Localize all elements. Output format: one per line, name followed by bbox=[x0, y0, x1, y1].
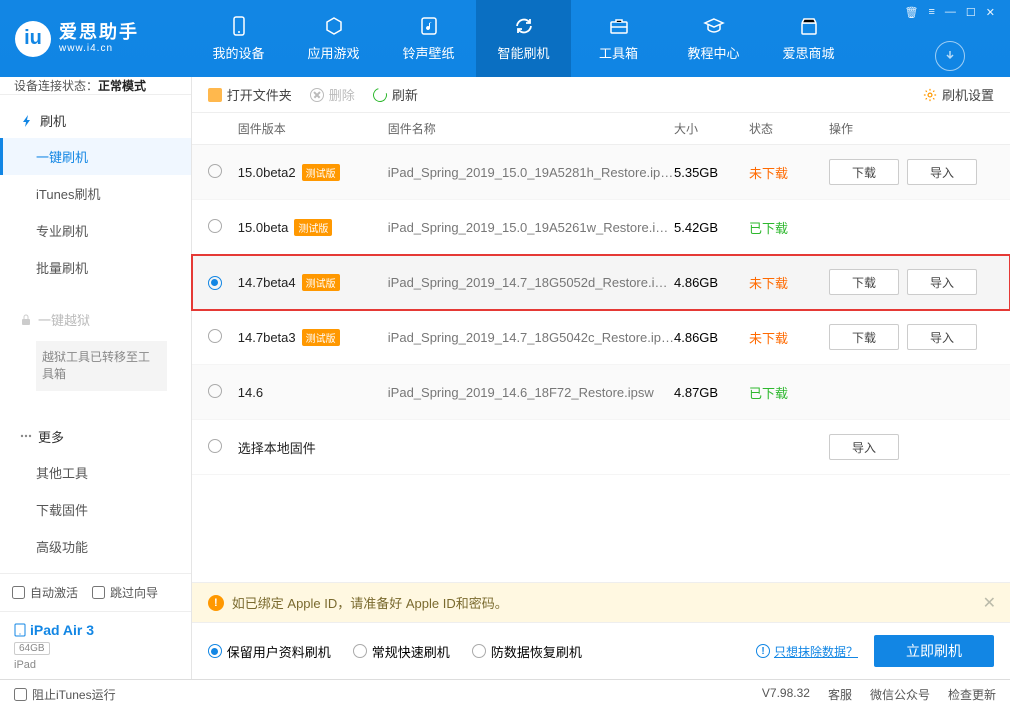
download-button[interactable]: 下载 bbox=[829, 159, 899, 185]
table-header: 固件版本 固件名称 大小 状态 操作 bbox=[192, 113, 1010, 145]
flash-mode-option-0[interactable]: 保留用户资料刷机 bbox=[208, 642, 331, 661]
device-card[interactable]: iPad Air 3 64GB iPad bbox=[0, 611, 191, 681]
download-button[interactable]: 下载 bbox=[829, 324, 899, 350]
maximize-icon[interactable]: ☐ bbox=[966, 6, 976, 19]
firmware-row[interactable]: 选择本地固件导入 bbox=[192, 420, 1010, 475]
sidebar-item-more-1[interactable]: 下载固件 bbox=[0, 491, 191, 528]
notice-close-icon[interactable]: ✕ bbox=[983, 593, 996, 613]
sidebar-item-flash-0[interactable]: 一键刷机 bbox=[0, 138, 191, 175]
row-radio[interactable] bbox=[208, 164, 222, 178]
brand-url: www.i4.cn bbox=[59, 43, 139, 54]
flash-mode-option-1[interactable]: 常规快速刷机 bbox=[353, 642, 450, 661]
apps-icon bbox=[323, 15, 345, 37]
content: 打开文件夹 删除 刷新 刷机设置 固件版本 固件名称 大小 状态 操作 15.0… bbox=[192, 77, 1010, 679]
sidebar-item-more-0[interactable]: 其他工具 bbox=[0, 454, 191, 491]
folder-icon bbox=[208, 88, 222, 102]
import-button[interactable]: 导入 bbox=[907, 324, 977, 350]
menu-icon[interactable]: ≡ bbox=[928, 6, 934, 19]
row-radio[interactable] bbox=[208, 329, 222, 343]
download-indicator-icon[interactable] bbox=[935, 41, 965, 71]
info-icon: ! bbox=[756, 644, 770, 658]
row-radio[interactable] bbox=[208, 219, 222, 233]
flash-mode-option-2[interactable]: 防数据恢复刷机 bbox=[472, 642, 582, 661]
logo[interactable]: iu 爱思助手 www.i4.cn bbox=[15, 21, 191, 57]
firmware-row[interactable]: 15.0beta2测试版iPad_Spring_2019_15.0_19A528… bbox=[192, 145, 1010, 200]
connection-status: 设备连接状态：正常模式 bbox=[0, 77, 191, 95]
sidebar-head-jailbreak: 一键越狱 bbox=[0, 302, 191, 337]
firmware-row[interactable]: 14.7beta3测试版iPad_Spring_2019_14.7_18G504… bbox=[192, 310, 1010, 365]
beta-badge: 测试版 bbox=[302, 164, 340, 181]
logo-icon: iu bbox=[15, 21, 51, 57]
refresh-icon bbox=[513, 15, 535, 37]
row-radio[interactable] bbox=[208, 384, 222, 398]
nav-tab-6[interactable]: 爱思商城 bbox=[761, 0, 856, 77]
firmware-row[interactable]: 14.6iPad_Spring_2019_14.6_18F72_Restore.… bbox=[192, 365, 1010, 420]
flash-now-button[interactable]: 立即刷机 bbox=[874, 635, 994, 667]
footer: 阻止iTunes运行 V7.98.32 客服 微信公众号 检查更新 bbox=[0, 679, 1010, 709]
cart-icon[interactable]: 🗑 bbox=[905, 6, 919, 19]
beta-badge: 测试版 bbox=[302, 329, 340, 346]
skip-guide-checkbox[interactable]: 跳过向导 bbox=[92, 584, 158, 601]
sidebar-head-more[interactable]: 更多 bbox=[0, 419, 191, 454]
beta-badge: 测试版 bbox=[302, 274, 340, 291]
tools-icon bbox=[608, 15, 630, 37]
support-link[interactable]: 客服 bbox=[828, 686, 852, 703]
tablet-icon bbox=[14, 623, 26, 637]
brand-title: 爱思助手 bbox=[59, 23, 139, 43]
delete-button: 删除 bbox=[310, 85, 355, 104]
row-radio[interactable] bbox=[208, 276, 222, 290]
shop-icon bbox=[798, 15, 820, 37]
import-button[interactable]: 导入 bbox=[907, 269, 977, 295]
sidebar-item-flash-1[interactable]: iTunes刷机 bbox=[0, 175, 191, 212]
minimize-icon[interactable]: — bbox=[945, 6, 956, 19]
flash-settings-button[interactable]: 刷机设置 bbox=[923, 85, 994, 104]
beta-badge: 测试版 bbox=[294, 219, 332, 236]
refresh-button[interactable]: 刷新 bbox=[373, 85, 418, 104]
nav-tab-5[interactable]: 教程中心 bbox=[666, 0, 761, 77]
open-folder-button[interactable]: 打开文件夹 bbox=[208, 85, 292, 104]
row-radio[interactable] bbox=[208, 439, 222, 453]
sidebar-item-flash-3[interactable]: 批量刷机 bbox=[0, 249, 191, 286]
wechat-link[interactable]: 微信公众号 bbox=[870, 686, 930, 703]
sidebar: 设备连接状态：正常模式 刷机 一键刷机iTunes刷机专业刷机批量刷机 一键越狱… bbox=[0, 77, 192, 679]
window-buttons: 🗑 ≡ — ☐ ✕ bbox=[905, 6, 995, 19]
import-button[interactable]: 导入 bbox=[907, 159, 977, 185]
music-icon bbox=[418, 15, 440, 37]
refresh-icon bbox=[370, 85, 389, 104]
grad-icon bbox=[703, 15, 725, 37]
nav-tab-2[interactable]: 铃声壁纸 bbox=[381, 0, 476, 77]
sidebar-head-flash[interactable]: 刷机 bbox=[0, 103, 191, 138]
notice-bar: ! 如已绑定 Apple ID，请准备好 Apple ID和密码。 ✕ bbox=[192, 582, 1010, 622]
action-bar: 保留用户资料刷机 常规快速刷机 防数据恢复刷机 ! 只想抹除数据？ 立即刷机 bbox=[192, 622, 1010, 679]
import-button[interactable]: 导入 bbox=[829, 434, 899, 460]
auto-activate-checkbox[interactable]: 自动激活 bbox=[12, 584, 78, 601]
nav-tab-4[interactable]: 工具箱 bbox=[571, 0, 666, 77]
close-icon[interactable]: ✕ bbox=[986, 6, 995, 19]
update-link[interactable]: 检查更新 bbox=[948, 686, 996, 703]
block-itunes-checkbox[interactable]: 阻止iTunes运行 bbox=[14, 686, 116, 703]
download-button[interactable]: 下载 bbox=[829, 269, 899, 295]
erase-link[interactable]: 只想抹除数据？ bbox=[774, 643, 858, 660]
gear-icon bbox=[923, 88, 937, 102]
version-label: V7.98.32 bbox=[762, 686, 810, 703]
firmware-row[interactable]: 14.7beta4测试版iPad_Spring_2019_14.7_18G505… bbox=[192, 255, 1010, 310]
sidebar-item-flash-2[interactable]: 专业刷机 bbox=[0, 212, 191, 249]
firmware-row[interactable]: 15.0beta测试版iPad_Spring_2019_15.0_19A5261… bbox=[192, 200, 1010, 255]
toolbar: 打开文件夹 删除 刷新 刷机设置 bbox=[192, 77, 1010, 113]
nav-tab-1[interactable]: 应用游戏 bbox=[286, 0, 381, 77]
warning-icon: ! bbox=[208, 595, 224, 611]
sidebar-item-more-2[interactable]: 高级功能 bbox=[0, 528, 191, 565]
nav-tab-0[interactable]: 我的设备 bbox=[191, 0, 286, 77]
nav-tabs: 我的设备应用游戏铃声壁纸智能刷机工具箱教程中心爱思商城 bbox=[191, 0, 905, 77]
jailbreak-note: 越狱工具已转移至工具箱 bbox=[36, 341, 167, 391]
phone-icon bbox=[228, 15, 250, 37]
titlebar: iu 爱思助手 www.i4.cn 我的设备应用游戏铃声壁纸智能刷机工具箱教程中… bbox=[0, 0, 1010, 77]
delete-icon bbox=[310, 88, 324, 102]
nav-tab-3[interactable]: 智能刷机 bbox=[476, 0, 571, 77]
